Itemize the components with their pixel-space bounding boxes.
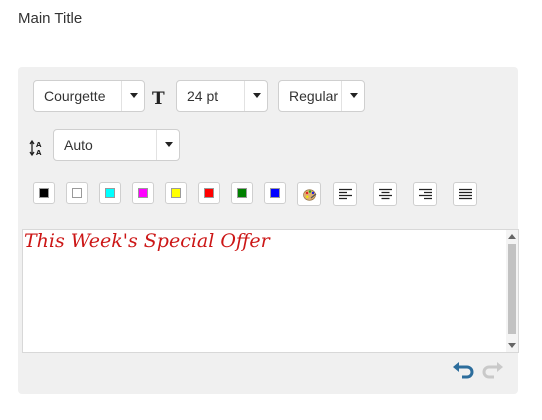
undo-icon	[453, 362, 474, 379]
text-editor-area[interactable]: This Week's Special Offer	[22, 229, 519, 353]
align-left-icon	[339, 188, 352, 200]
undo-button[interactable]	[452, 359, 476, 381]
swatch-color	[237, 188, 247, 198]
align-right-icon	[419, 188, 432, 200]
scroll-down-icon[interactable]	[508, 343, 516, 348]
swatch-color	[105, 188, 115, 198]
align-center-button[interactable]	[373, 182, 397, 206]
swatch-green[interactable]	[231, 182, 253, 204]
line-height-value: Auto	[64, 137, 93, 153]
align-left-button[interactable]	[333, 182, 357, 206]
font-style-value: Regular	[289, 88, 339, 104]
swatch-color	[270, 188, 280, 198]
scroll-thumb[interactable]	[508, 244, 516, 334]
font-style-select[interactable]: Regular	[278, 80, 365, 112]
swatch-black[interactable]	[33, 182, 55, 204]
chevron-down-icon	[244, 81, 267, 111]
swatch-color	[39, 188, 49, 198]
chevron-down-icon	[156, 130, 179, 160]
color-picker-button[interactable]	[297, 182, 321, 206]
align-right-button[interactable]	[413, 182, 437, 206]
swatch-color	[138, 188, 148, 198]
align-justify-button[interactable]	[453, 182, 477, 206]
line-height-icon: A A	[29, 139, 42, 157]
chevron-down-icon	[121, 81, 144, 111]
font-family-select[interactable]: Courgette	[33, 80, 145, 112]
swatch-white[interactable]	[66, 182, 88, 204]
editor-scrollbar[interactable]	[506, 230, 518, 352]
font-family-value: Courgette	[44, 88, 106, 104]
svg-text:A: A	[36, 141, 42, 149]
swatch-cyan[interactable]	[99, 182, 121, 204]
font-size-select[interactable]: 24 pt	[176, 80, 268, 112]
text-editor-panel: Courgette T 24 pt Regular A A Auto This …	[18, 67, 519, 394]
palette-icon	[303, 189, 317, 201]
swatch-red[interactable]	[198, 182, 220, 204]
svg-text:A: A	[36, 149, 42, 157]
font-size-value: 24 pt	[187, 88, 219, 104]
editor-text[interactable]: This Week's Special Offer	[24, 230, 270, 252]
text-size-icon: T	[152, 89, 165, 109]
swatch-color	[171, 188, 181, 198]
swatch-yellow[interactable]	[165, 182, 187, 204]
scroll-up-icon[interactable]	[508, 234, 516, 239]
align-justify-icon	[459, 188, 472, 200]
line-height-select[interactable]: Auto	[53, 129, 180, 161]
swatch-magenta[interactable]	[132, 182, 154, 204]
redo-button[interactable]	[480, 359, 504, 381]
swatch-color	[204, 188, 214, 198]
swatch-blue[interactable]	[264, 182, 286, 204]
redo-icon	[482, 362, 503, 379]
chevron-down-icon	[341, 81, 364, 111]
page-title: Main Title	[18, 10, 83, 27]
swatch-color	[72, 188, 82, 198]
align-center-icon	[379, 188, 392, 200]
